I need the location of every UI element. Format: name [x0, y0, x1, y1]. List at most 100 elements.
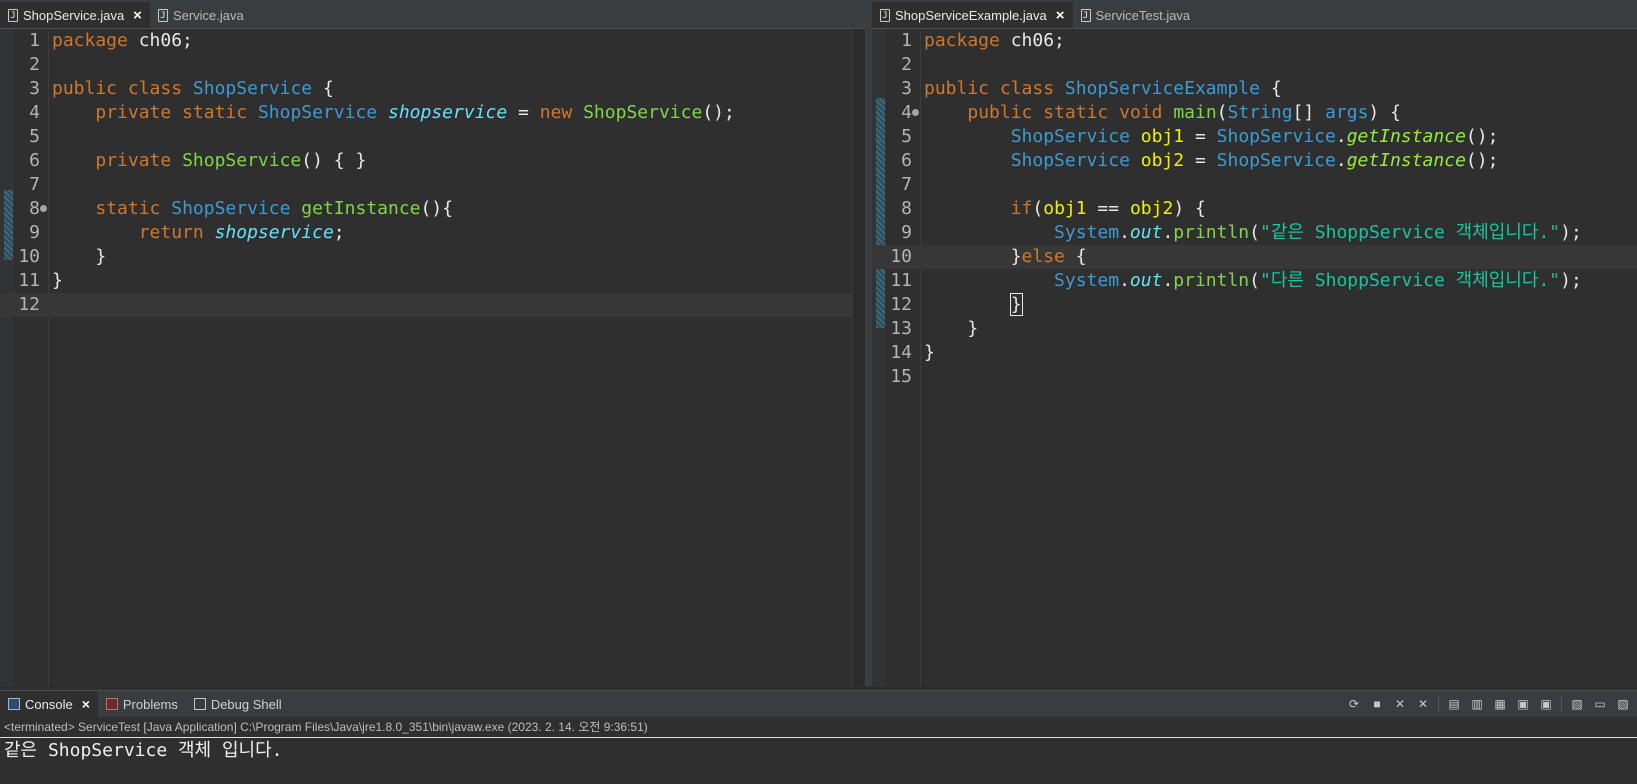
toolbar-separator: [1561, 696, 1562, 712]
open-console-icon[interactable]: ▨: [1615, 696, 1631, 712]
code-text: }: [924, 341, 935, 365]
close-icon[interactable]: ×: [133, 7, 142, 24]
close-icon[interactable]: ×: [1056, 7, 1065, 24]
left-editor[interactable]: J ShopService.java × J Service.java 1 package…: [0, 0, 865, 686]
tab-service-java[interactable]: J Service.java: [150, 2, 252, 28]
code-line[interactable]: 6 private ShopService() { }: [0, 149, 865, 173]
display-console-icon[interactable]: ▭: [1592, 696, 1608, 712]
code-text: public class ShopServiceExample {: [924, 77, 1282, 101]
code-line[interactable]: 5 ShopService obj1 = ShopService.getInst…: [872, 125, 1637, 149]
tab-problems[interactable]: Problems: [98, 691, 186, 717]
code-token: private: [95, 150, 172, 171]
code-line[interactable]: 9 return shopservice;: [0, 221, 865, 245]
code-token: (){: [420, 198, 454, 219]
code-line[interactable]: 6 ShopService obj2 = ShopService.getInst…: [872, 149, 1637, 173]
fold-marker-icon[interactable]: [40, 205, 47, 212]
code-line[interactable]: 15: [872, 365, 1637, 389]
code-line[interactable]: 10 }else {: [872, 245, 1637, 269]
code-line[interactable]: 2: [872, 53, 1637, 77]
code-line[interactable]: 1 package ch06;: [0, 29, 865, 53]
code-line[interactable]: 14}: [872, 341, 1637, 365]
tab-label: ServiceTest.java: [1095, 7, 1191, 23]
code-line[interactable]: 2: [0, 53, 865, 77]
code-token: obj2: [1140, 150, 1185, 171]
code-token: .: [1119, 270, 1130, 291]
code-text: public class ShopService {: [52, 77, 334, 101]
code-line[interactable]: 11 System.out.println("다른 ShoppService 객…: [872, 269, 1637, 293]
code-token: ();: [1465, 150, 1499, 171]
code-line[interactable]: 7: [0, 173, 865, 197]
line-number: 14: [890, 342, 912, 363]
left-vertical-scrollbar[interactable]: [852, 29, 865, 686]
left-code-area[interactable]: 1 package ch06; 2 3 public class ShopService…: [0, 29, 865, 686]
tab-label: Console: [25, 696, 73, 712]
code-token: void: [1119, 102, 1163, 123]
code-line[interactable]: 8 static ShopService getInstance(){: [0, 197, 865, 221]
code-line[interactable]: 3 public class ShopService {: [0, 77, 865, 101]
line-number: 5: [29, 126, 40, 147]
code-line[interactable]: 3 public class ShopServiceExample {: [872, 77, 1637, 101]
code-line[interactable]: 9 System.out.println("같은 ShoppService 객체…: [872, 221, 1637, 245]
right-code-lines[interactable]: 1 package ch06; 2 3 public class ShopService…: [872, 29, 1637, 389]
right-code-area[interactable]: 1 package ch06; 2 3 public class ShopService…: [872, 29, 1637, 686]
code-line[interactable]: 11}: [0, 269, 865, 293]
left-code-lines[interactable]: 1 package ch06; 2 3 public class ShopService…: [0, 29, 865, 317]
code-token: .: [1335, 150, 1347, 171]
code-line[interactable]: 12 }: [872, 293, 1637, 317]
code-line[interactable]: 10 }: [0, 245, 865, 269]
line-number: 8: [901, 198, 912, 219]
tab-servicetest-java[interactable]: J ServiceTest.java: [1073, 2, 1199, 28]
tab-console[interactable]: Console ×: [0, 691, 98, 717]
code-line[interactable]: 4 public static void main(String[] args)…: [872, 101, 1637, 125]
code-line[interactable]: 8 if(obj1 == obj2) {: [872, 197, 1637, 221]
remove-all-launches-icon[interactable]: ✕: [1415, 696, 1431, 712]
pin-console-icon[interactable]: ▧: [1569, 696, 1585, 712]
line-number: 1: [29, 30, 40, 51]
word-wrap-icon[interactable]: ▦: [1492, 696, 1508, 712]
code-token: (: [1216, 102, 1228, 123]
code-token: shopservice: [214, 222, 334, 243]
show-on-error-icon[interactable]: ▣: [1538, 696, 1554, 712]
code-token: static: [182, 102, 248, 123]
terminate-icon[interactable]: ■: [1369, 696, 1385, 712]
line-number: 7: [901, 174, 912, 195]
sync-icon[interactable]: ⟳: [1346, 696, 1362, 712]
right-editor[interactable]: J ShopServiceExample.java × J ServiceTest.ja…: [872, 0, 1637, 686]
code-line[interactable]: 4 private static ShopService shopservice…: [0, 101, 865, 125]
code-line[interactable]: 7: [872, 173, 1637, 197]
code-line[interactable]: 1 package ch06;: [872, 29, 1637, 53]
close-icon[interactable]: ×: [82, 696, 90, 712]
fold-marker-icon[interactable]: [912, 109, 919, 116]
code-text: return shopservice;: [52, 221, 345, 245]
code-token: ==: [1086, 198, 1130, 219]
scroll-lock-icon[interactable]: ▥: [1469, 696, 1485, 712]
console-launch-info: <terminated> ServiceTest [Java Applicati…: [0, 717, 1637, 738]
tab-debug-shell[interactable]: Debug Shell: [186, 691, 290, 717]
code-line[interactable]: 13 }: [872, 317, 1637, 341]
code-token: ();: [702, 102, 735, 123]
code-token: {: [1064, 246, 1087, 267]
remove-launch-icon[interactable]: ✕: [1392, 696, 1408, 712]
code-line[interactable]: 12: [0, 293, 865, 317]
code-token: ch06;: [999, 30, 1065, 51]
show-on-output-icon[interactable]: ▣: [1515, 696, 1531, 712]
tab-shopserviceexample-java[interactable]: J ShopServiceExample.java ×: [872, 2, 1073, 28]
editor-splitter[interactable]: [865, 0, 872, 686]
code-token: =: [1184, 150, 1217, 171]
code-token: println: [1173, 222, 1250, 243]
line-number: 6: [901, 150, 912, 171]
code-token: out: [1129, 270, 1163, 291]
code-token: return: [138, 222, 204, 243]
code-token: }: [1009, 293, 1023, 316]
tab-shopservice-java[interactable]: J ShopService.java ×: [0, 2, 150, 28]
console-output[interactable]: 같은 ShopService 객체 입니다.: [0, 738, 1637, 764]
code-token: ShopService: [257, 102, 378, 123]
clear-console-icon[interactable]: ▤: [1446, 696, 1462, 712]
code-line[interactable]: 5: [0, 125, 865, 149]
